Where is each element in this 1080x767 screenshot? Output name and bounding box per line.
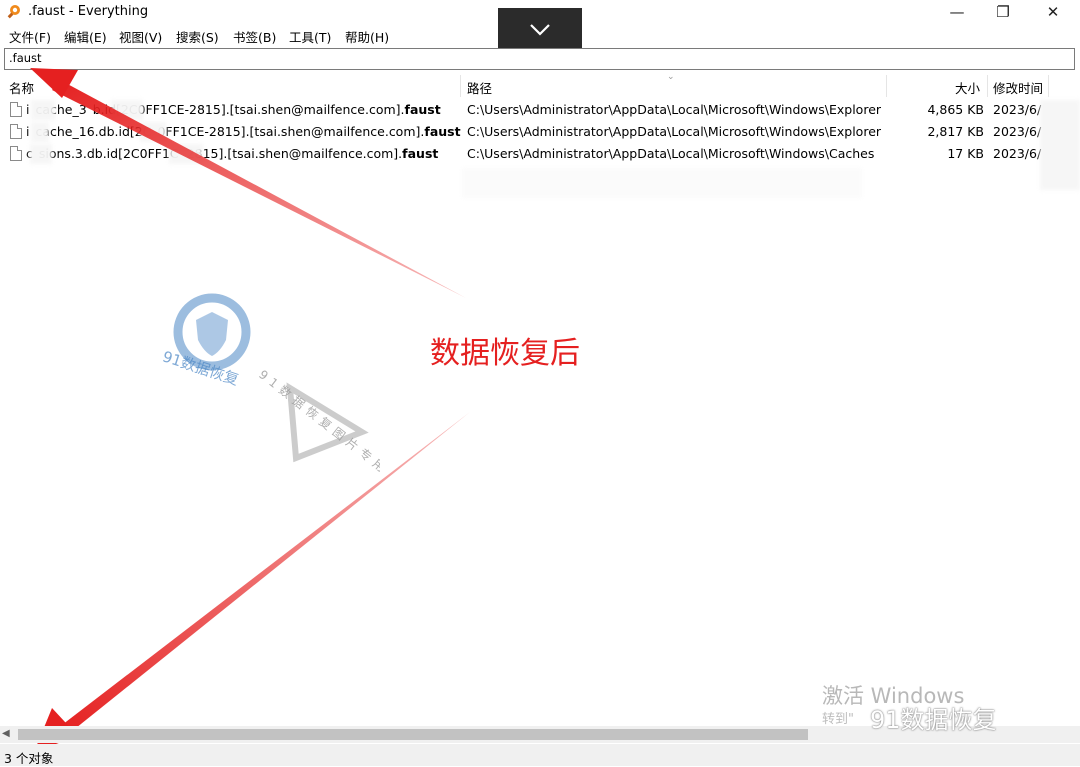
file-icon [10, 124, 22, 139]
activate-windows-subtext: 转到" [822, 712, 854, 727]
name-part: 2815].[tsai.shen@mailfence.com]. [186, 146, 403, 161]
redaction-blur [31, 100, 55, 120]
annotation-label: 数据恢复后 [430, 336, 580, 371]
brand-watermark: 91数据恢复 [870, 706, 997, 734]
name-part: sions.3.db.id[2C0FF1C [38, 146, 179, 161]
search-box[interactable] [4, 48, 1075, 70]
column-name[interactable]: 名称 [9, 78, 34, 97]
file-size: 4,865 KB [927, 102, 984, 117]
file-path: C:\Users\Administrator\AppData\Local\Mic… [467, 124, 882, 139]
name-part: cache_16.db.id[2C [35, 124, 152, 139]
redaction-blur [30, 144, 52, 164]
redaction-blur [31, 122, 49, 142]
menu-help[interactable]: 帮助(H) [345, 27, 389, 46]
file-size: 17 KB [947, 146, 984, 161]
name-part: 0FF1CE-2815].[tsai.shen@mailfence.com]. [157, 124, 425, 139]
everything-app-icon [7, 5, 20, 19]
redaction-blur [1040, 100, 1080, 190]
collapse-toolbar-button[interactable] [498, 8, 582, 50]
name-part: 0FF1CE-2815].[tsai.shen@mailfence.com]. [137, 102, 405, 117]
file-icon [10, 146, 22, 161]
logo-text: 91数据恢复 [160, 347, 241, 389]
redaction-blur [140, 122, 166, 142]
status-bar: 3 个对象 [0, 744, 1080, 766]
menu-search[interactable]: 搜索(S) [176, 27, 219, 46]
redaction-blur [169, 144, 203, 164]
table-row[interactable]: csions.3.db.id[2C0FF1C2815].[tsai.shen@m… [0, 143, 1080, 165]
column-header: 名称 路径 ⌄ 大小 修改时间 [0, 72, 1080, 97]
file-name: csions.3.db.id[2C0FF1C2815].[tsai.shen@m… [26, 146, 438, 161]
menu-view[interactable]: 视图(V) [119, 27, 162, 46]
file-size: 2,817 KB [927, 124, 984, 139]
scroll-left-icon[interactable]: ◀ [2, 728, 10, 739]
file-path: C:\Users\Administrator\AppData\Local\Mic… [467, 102, 882, 117]
column-size[interactable]: 大小 [955, 78, 980, 97]
redaction-blur [462, 168, 862, 198]
file-extension: faust [404, 102, 441, 117]
minimize-button[interactable]: — [934, 0, 980, 24]
table-row[interactable]: icache_3b.id[2C0FF1CE-2815].[tsai.shen@m… [0, 99, 1080, 121]
restore-button[interactable]: ❐ [980, 0, 1026, 24]
sort-indicator-icon: ⌄ [667, 72, 675, 82]
file-extension: faust [402, 146, 439, 161]
column-divider[interactable] [1048, 75, 1049, 97]
menu-file[interactable]: 文件(F) [9, 27, 51, 46]
column-modified[interactable]: 修改时间 [993, 78, 1043, 97]
scrollbar-thumb[interactable] [18, 729, 808, 740]
search-input[interactable] [5, 49, 1073, 67]
file-date: 2023/6/ [993, 146, 1042, 161]
window-title: .faust - Everything [28, 4, 149, 19]
column-path[interactable]: 路径 [467, 78, 492, 97]
menu-bookmarks[interactable]: 书签(B) [233, 27, 276, 46]
column-divider[interactable] [460, 75, 461, 97]
status-object-count: 3 个对象 [4, 751, 54, 766]
chevron-down-icon [530, 24, 550, 36]
name-part: i [26, 102, 30, 117]
close-button[interactable]: ✕ [1030, 0, 1076, 24]
menu-tools[interactable]: 工具(T) [289, 27, 331, 46]
menu-edit[interactable]: 编辑(E) [64, 27, 107, 46]
file-extension: faust [424, 124, 461, 139]
file-name: icache_3b.id[2C0FF1CE-2815].[tsai.shen@m… [26, 102, 441, 117]
file-path: C:\Users\Administrator\AppData\Local\Mic… [467, 146, 875, 161]
column-divider[interactable] [886, 75, 887, 97]
column-divider[interactable] [987, 75, 988, 97]
file-name: i cache_16.db.id[2C 0FF1CE-2815].[tsai.she… [26, 124, 461, 139]
brand-watermark-logo: 91数据恢复 91数据恢复图片专用水印 [160, 293, 380, 490]
file-date: 2023/6/ [993, 124, 1042, 139]
redaction-blur [111, 100, 143, 120]
file-date: 2023/6/ [993, 102, 1042, 117]
file-icon [10, 102, 22, 117]
name-part: i [26, 124, 30, 139]
